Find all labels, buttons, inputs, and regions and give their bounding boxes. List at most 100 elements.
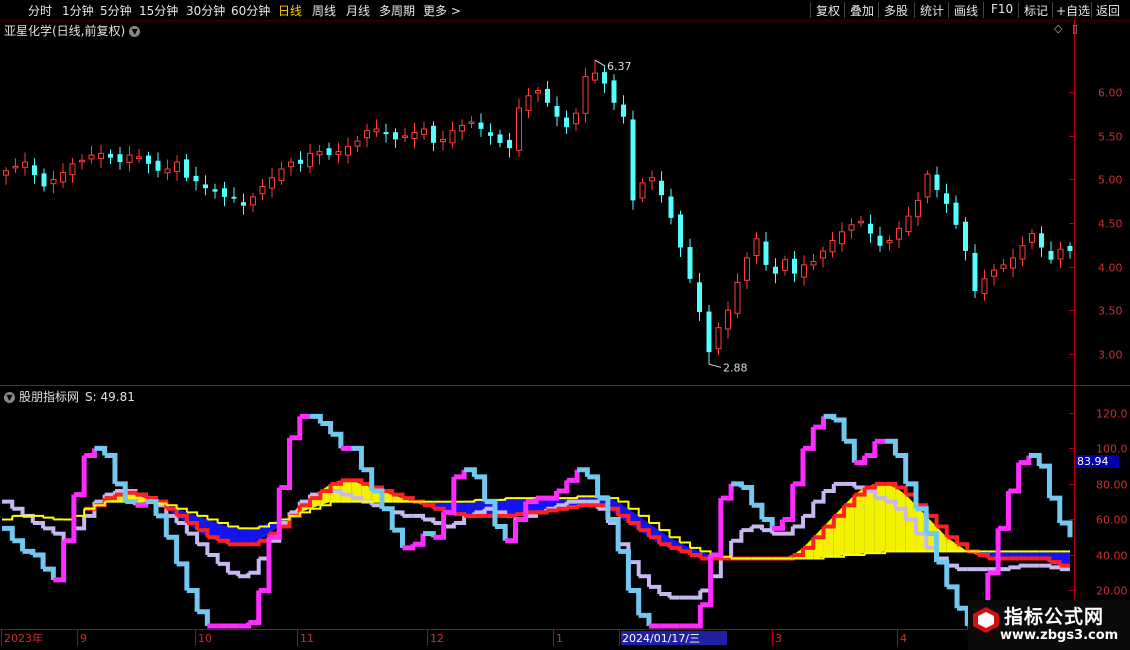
indicator-tick-label: 40.00 xyxy=(1096,550,1128,563)
candle-body xyxy=(60,172,66,183)
oscillator-line xyxy=(566,469,580,483)
window-icon[interactable]: ▯ xyxy=(1072,22,1078,35)
candle-body xyxy=(335,151,342,155)
oscillator-line xyxy=(104,453,118,484)
indicator-tick-label: 120.0 xyxy=(1096,408,1128,421)
candle-body xyxy=(649,177,655,182)
red-ema-line xyxy=(679,549,693,555)
oscillator-line xyxy=(1059,520,1073,538)
red-ema-line xyxy=(638,528,651,538)
oscillator-line xyxy=(833,417,847,442)
oscillator-line xyxy=(125,499,138,506)
price-tick-label: 6.00 xyxy=(1098,87,1123,100)
lavender-line xyxy=(813,491,826,504)
candle-body xyxy=(687,247,693,279)
stock-title: 亚星化学(日线,前复权) ▼ xyxy=(4,22,141,39)
oscillator-line xyxy=(330,431,344,449)
diamond-icon[interactable]: ◇ xyxy=(1054,22,1062,35)
chevron-down-icon[interactable]: ▼ xyxy=(129,26,141,37)
price-tick-label: 4.00 xyxy=(1098,262,1123,275)
lavender-line xyxy=(22,513,35,523)
logo-line2: www.zbgs3.com xyxy=(1000,628,1119,643)
candle-body xyxy=(886,240,893,244)
candle-body xyxy=(573,112,579,125)
candle-body xyxy=(345,145,351,156)
oscillator-line xyxy=(351,445,364,470)
candle-body xyxy=(326,148,332,156)
red-ema-line xyxy=(813,526,826,540)
red-ema-line xyxy=(546,508,559,513)
chevron-down-icon[interactable]: ▼ xyxy=(4,392,15,403)
candle-body xyxy=(478,122,484,129)
oscillator-line xyxy=(494,524,508,541)
lavender-line xyxy=(176,520,189,534)
candle-body xyxy=(307,152,313,168)
yellow-line xyxy=(464,499,476,503)
indicator-name: 股朋指标网 xyxy=(19,390,80,404)
candle-body xyxy=(1019,245,1026,260)
lavender-line xyxy=(731,530,744,543)
chart-canvas: 6.005.505.004.504.003.503.006.372.88120.… xyxy=(0,20,1130,646)
candle-body xyxy=(516,107,522,151)
candle-body xyxy=(611,80,617,103)
logo-icon xyxy=(973,607,999,633)
candle-body xyxy=(316,151,323,156)
watermark-logo: 指标公式网 www.zbgs3.com xyxy=(968,600,1130,650)
candle-body xyxy=(108,153,113,158)
oscillator-line xyxy=(145,499,159,516)
oscillator-line xyxy=(741,484,755,506)
candle-body xyxy=(231,196,237,199)
oscillator-line xyxy=(1049,495,1063,523)
candle-body xyxy=(621,104,626,117)
ribbon-segment xyxy=(238,528,249,545)
candle-body xyxy=(32,165,37,176)
red-ema-line xyxy=(207,535,220,541)
lavender-line xyxy=(248,558,261,575)
oscillator-line xyxy=(381,506,395,531)
candle-body xyxy=(915,199,921,218)
lavender-line xyxy=(741,526,754,533)
date-tick-label: 2023年 xyxy=(4,631,43,645)
date-tick-label: 1 xyxy=(556,632,563,645)
candle-body xyxy=(193,175,199,182)
candle-body xyxy=(278,168,285,182)
red-ema-line xyxy=(566,505,580,510)
high-price-label: 6.37 xyxy=(607,60,632,73)
candle-body xyxy=(440,138,446,143)
oscillator-line xyxy=(248,590,262,625)
lavender-line xyxy=(53,531,66,541)
oscillator-line xyxy=(587,474,601,499)
candle-body xyxy=(678,214,683,248)
yellow-line xyxy=(2,515,14,521)
candle-body xyxy=(924,173,931,198)
lavender-line xyxy=(423,517,436,523)
candle-body xyxy=(792,258,797,274)
lavender-line xyxy=(1049,565,1062,570)
lavender-line xyxy=(1008,565,1021,570)
candle-body xyxy=(991,269,997,277)
yellow-line xyxy=(566,496,579,500)
candle-body xyxy=(98,152,104,159)
red-ema-line xyxy=(659,542,672,548)
red-ema-line xyxy=(536,510,549,515)
candle-body xyxy=(497,134,503,143)
candle-body xyxy=(488,132,493,136)
candle-body xyxy=(525,95,532,111)
oscillator-line xyxy=(813,416,827,430)
oscillator-line xyxy=(751,502,765,520)
oscillator-line xyxy=(546,491,560,501)
lavender-line xyxy=(803,501,816,518)
date-tick-label: 3 xyxy=(775,632,782,645)
date-tick-label: 9 xyxy=(80,632,87,645)
red-ema-line xyxy=(977,552,990,559)
oscillator-line xyxy=(156,513,169,538)
candle-body xyxy=(449,130,456,144)
red-ema-line xyxy=(833,505,847,518)
lavender-line xyxy=(844,481,857,488)
candle-body xyxy=(744,257,750,281)
lavender-line xyxy=(186,531,200,545)
lavender-line xyxy=(1039,563,1052,568)
candle-body xyxy=(801,264,807,278)
oscillator-line xyxy=(412,533,426,547)
candle-body xyxy=(411,131,418,140)
